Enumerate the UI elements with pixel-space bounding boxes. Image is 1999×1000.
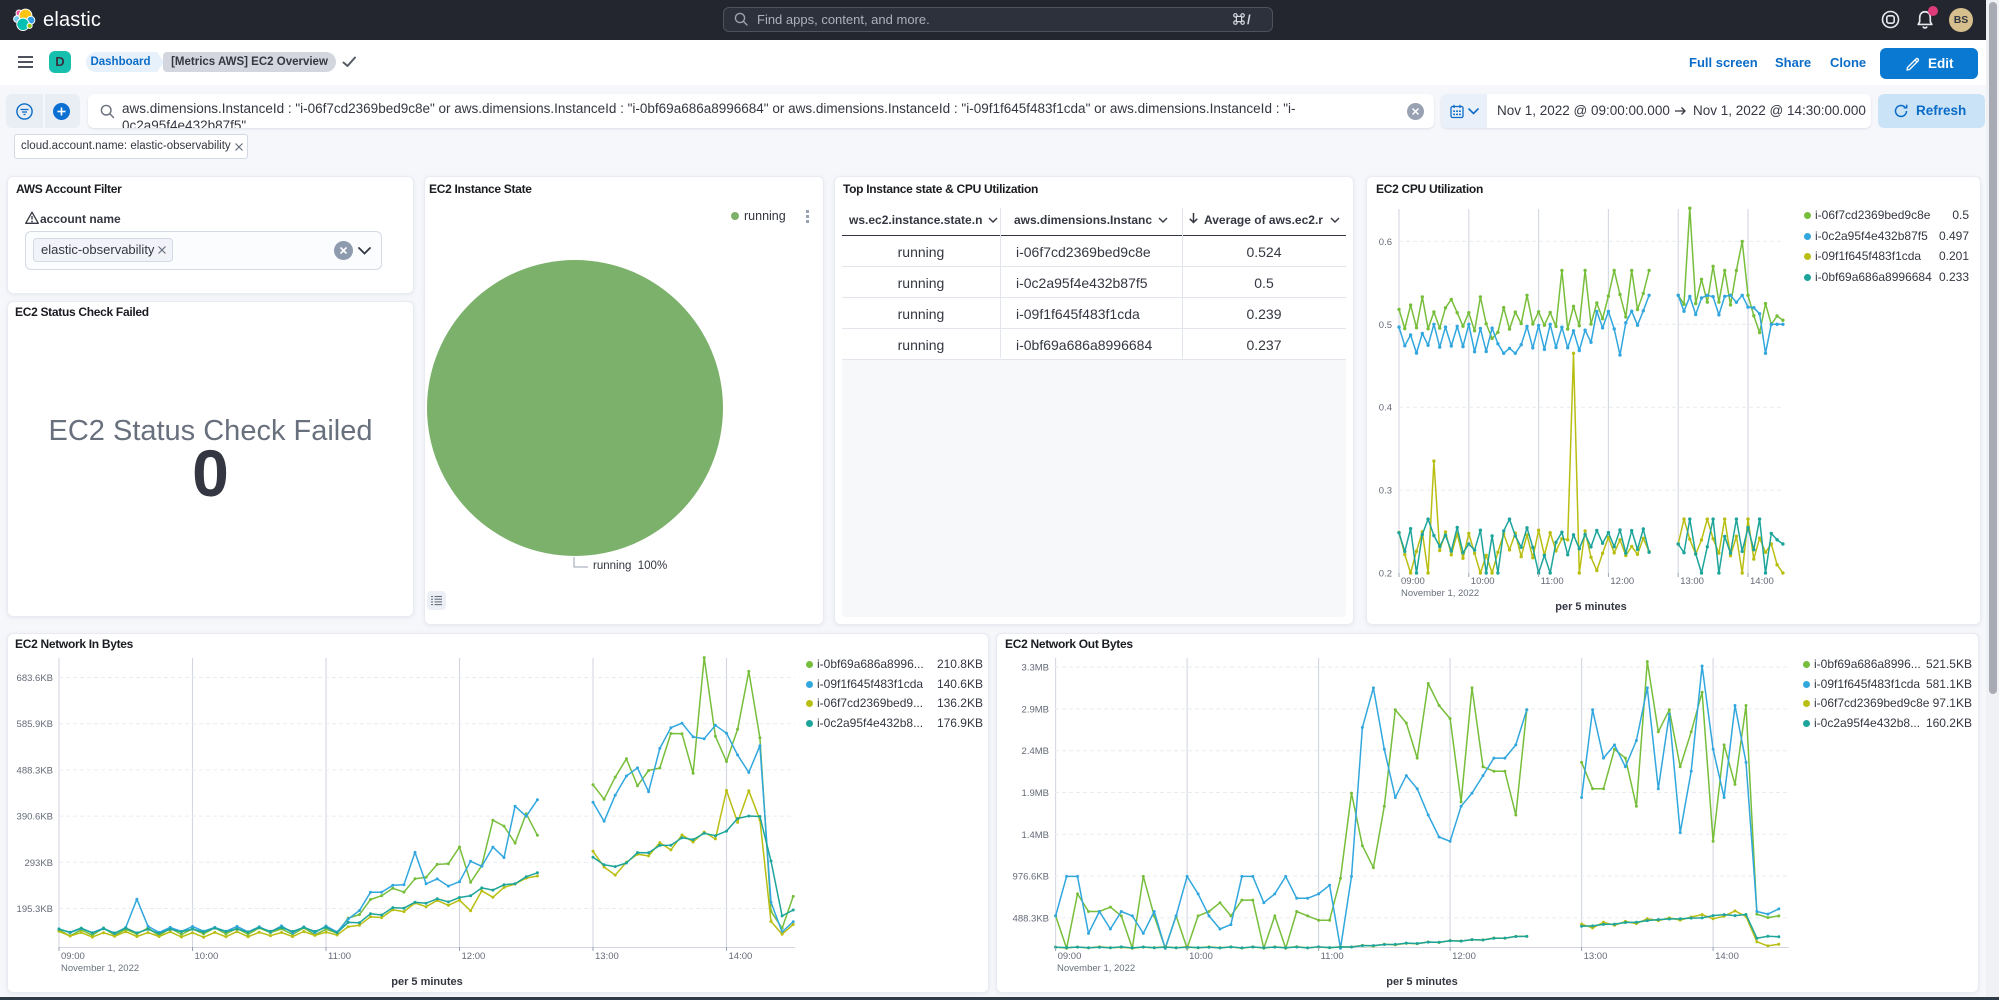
svg-text:13:00: 13:00 [1680,576,1704,587]
svg-text:per 5 minutes: per 5 minutes [391,976,463,988]
svg-text:10:00: 10:00 [1471,576,1495,587]
svg-text:per 5 minutes: per 5 minutes [1555,601,1627,613]
svg-text:November 1, 2022: November 1, 2022 [61,963,139,974]
svg-text:09:00: 09:00 [1401,576,1425,587]
svg-text:3.3MB: 3.3MB [1022,663,1049,674]
svg-text:14:00: 14:00 [1750,576,1774,587]
svg-text:488.3KB: 488.3KB [17,765,53,776]
svg-text:11:00: 11:00 [328,951,351,962]
svg-text:09:00: 09:00 [61,951,85,962]
svg-text:14:00: 14:00 [1715,951,1739,962]
svg-text:293KB: 293KB [24,858,53,869]
svg-text:14:00: 14:00 [729,951,753,962]
svg-text:0.2: 0.2 [1379,569,1392,580]
svg-text:12:00: 12:00 [462,951,486,962]
svg-text:0.3: 0.3 [1379,486,1392,497]
svg-text:per 5 minutes: per 5 minutes [1386,976,1458,988]
svg-text:1.4MB: 1.4MB [1022,830,1049,841]
svg-text:11:00: 11:00 [1321,951,1344,962]
svg-text:488.3KB: 488.3KB [1013,913,1049,924]
svg-text:November 1, 2022: November 1, 2022 [1057,963,1135,974]
svg-text:10:00: 10:00 [195,951,219,962]
svg-text:10:00: 10:00 [1189,951,1213,962]
svg-text:09:00: 09:00 [1058,951,1082,962]
svg-text:683.6KB: 683.6KB [17,673,53,684]
svg-text:2.9MB: 2.9MB [1022,704,1049,715]
svg-text:976.6KB: 976.6KB [1013,872,1049,883]
svg-text:12:00: 12:00 [1610,576,1634,587]
svg-text:11:00: 11:00 [1541,576,1564,587]
svg-text:13:00: 13:00 [1584,951,1608,962]
svg-text:1.9MB: 1.9MB [1022,788,1049,799]
svg-text:13:00: 13:00 [595,951,619,962]
svg-text:November 1, 2022: November 1, 2022 [1401,588,1479,599]
svg-text:390.6KB: 390.6KB [17,812,53,823]
svg-text:2.4MB: 2.4MB [1022,746,1049,757]
svg-text:585.9KB: 585.9KB [17,719,53,730]
svg-text:195.3KB: 195.3KB [17,904,53,915]
svg-text:12:00: 12:00 [1452,951,1476,962]
svg-text:0.5: 0.5 [1379,320,1392,331]
svg-text:0.4: 0.4 [1379,403,1392,414]
svg-text:0.6: 0.6 [1379,237,1392,248]
